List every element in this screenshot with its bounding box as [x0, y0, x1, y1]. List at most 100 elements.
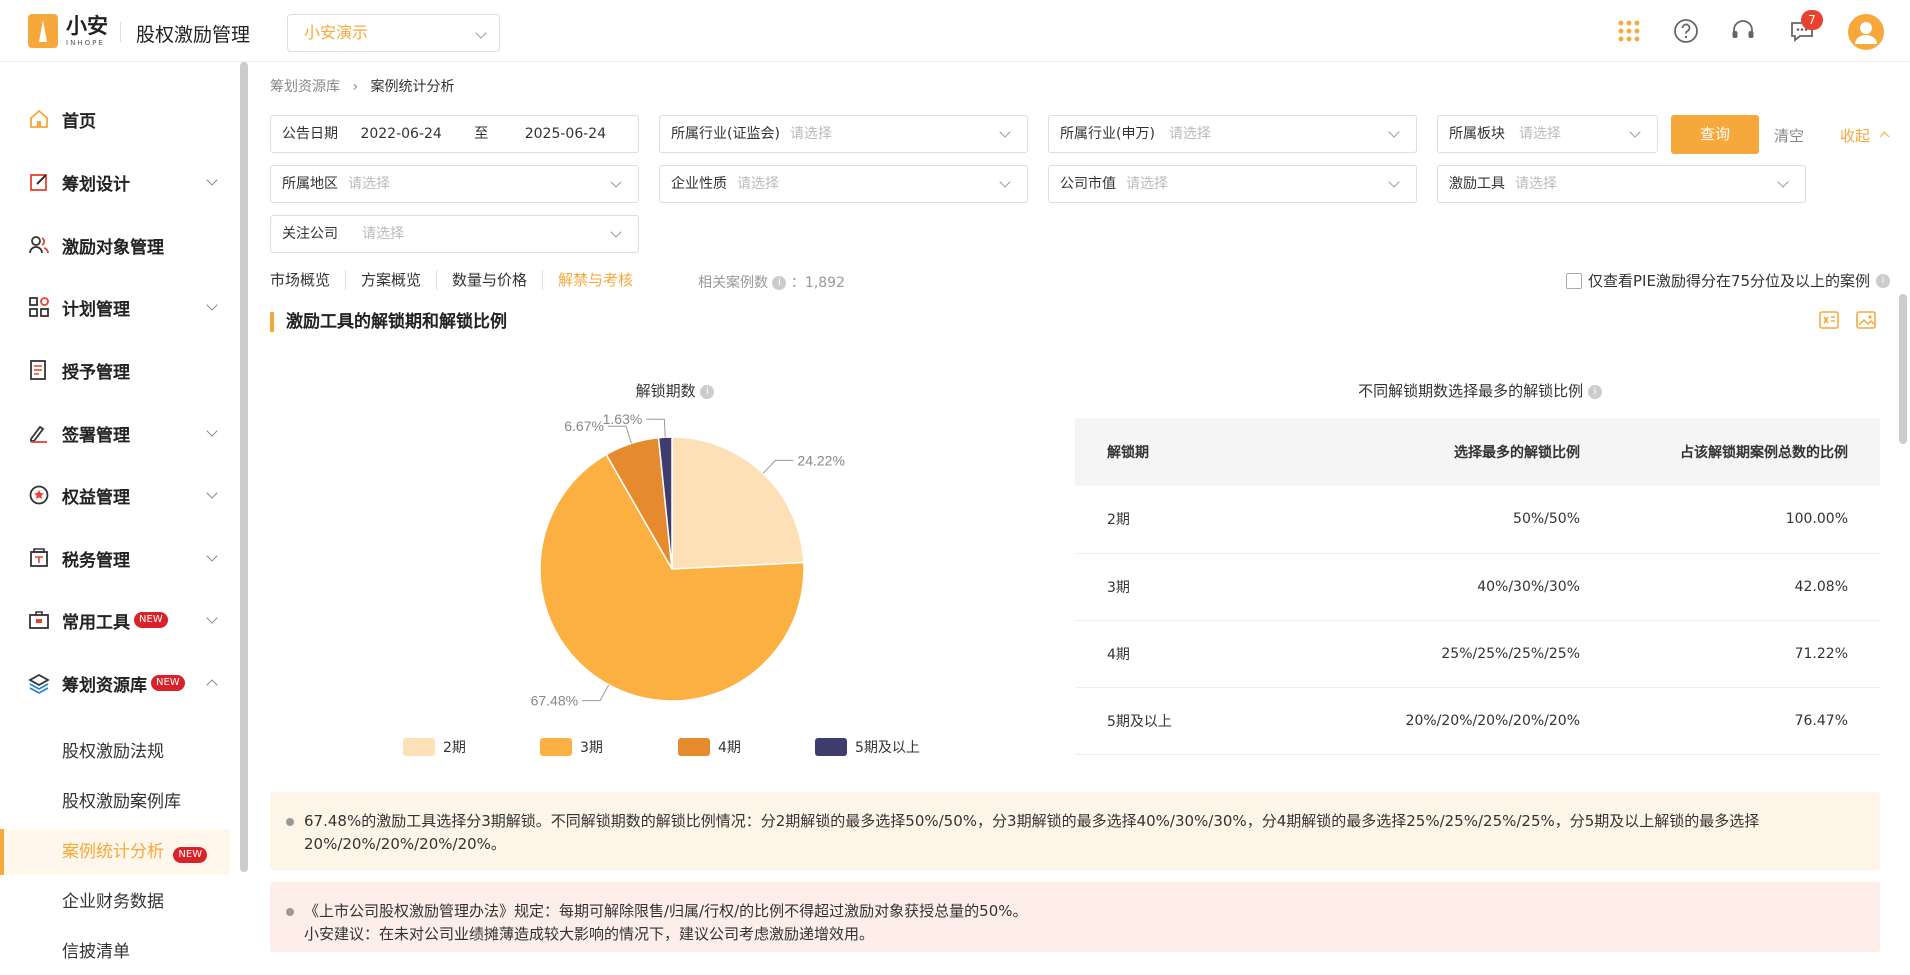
- sidebar-subitem-financial-data[interactable]: 企业财务数据: [0, 879, 230, 925]
- sidebar-item-grant-management[interactable]: 授予管理: [0, 345, 230, 395]
- legend-label: 4期: [718, 740, 741, 756]
- tab-market-overview[interactable]: 市场概览: [270, 270, 347, 290]
- layers-icon: [28, 673, 50, 694]
- sidebar-subitem-disclosure-list[interactable]: 信披清单: [0, 929, 230, 975]
- divider: [120, 22, 121, 42]
- chevron-down-icon: [206, 550, 218, 562]
- legend-swatch: [540, 738, 572, 756]
- section-title: 激励工具的解锁期和解锁比例: [270, 312, 507, 332]
- table-cell: 20%/20%/20%/20%/20%: [1255, 687, 1580, 755]
- sidebar-item-planning-design[interactable]: 筹划设计: [0, 157, 230, 207]
- company-select[interactable]: 小安演示: [287, 14, 500, 52]
- chevron-down-icon: [206, 299, 218, 311]
- sidebar-item-signing-management[interactable]: 签署管理: [0, 408, 230, 458]
- help-icon[interactable]: [1673, 18, 1699, 44]
- table-row: 2期 50%/50% 100.00%: [1075, 486, 1880, 554]
- breadcrumb-current: 案例统计分析: [370, 79, 455, 95]
- incentive-tool-select[interactable]: 激励工具 请选择: [1437, 165, 1806, 203]
- sign-icon: [30, 425, 47, 443]
- table-cell: 76.47%: [1580, 687, 1880, 755]
- table-cell: 3期: [1075, 553, 1255, 621]
- sidebar-item-tax-management[interactable]: 税务管理: [0, 533, 230, 583]
- query-button[interactable]: 查询: [1671, 115, 1759, 154]
- app-title: 股权激励管理: [136, 24, 251, 46]
- export-excel-icon[interactable]: [1818, 308, 1840, 330]
- chevron-down-icon: [1629, 126, 1641, 138]
- user-icon: [1855, 22, 1877, 44]
- board-select[interactable]: 所属板块 请选择: [1437, 115, 1658, 153]
- table-row: 4期 25%/25%/25%/25% 71.22%: [1075, 620, 1880, 688]
- main-scrollbar[interactable]: [1899, 294, 1907, 444]
- chevron-down-icon: [610, 176, 622, 188]
- logo-text: 小安: [66, 13, 108, 38]
- collapse-button[interactable]: 收起: [1840, 125, 1890, 146]
- insight-note: 67.48%的激励工具选择分3期解锁。不同解锁期数的解锁比例情况：分2期解锁的最…: [270, 792, 1880, 870]
- sidebar-scrollbar[interactable]: [240, 62, 248, 872]
- sidebar-item-home[interactable]: 首页: [0, 94, 230, 144]
- industry-csrc-select[interactable]: 所属行业(证监会) 请选择: [659, 115, 1028, 153]
- edit-icon: [30, 174, 47, 191]
- chevron-down-icon: [206, 487, 218, 499]
- legend-item[interactable]: 2期: [403, 737, 466, 757]
- pie-score-filter[interactable]: 仅查看PIE激励得分在75分位及以上的案例 i: [1566, 270, 1891, 291]
- logo-mark-icon: [28, 14, 58, 48]
- enterprise-nature-select[interactable]: 企业性质 请选择: [659, 165, 1028, 203]
- industry-sw-select[interactable]: 所属行业(申万) 请选择: [1048, 115, 1417, 153]
- info-icon[interactable]: i: [700, 384, 715, 399]
- customer-service-icon[interactable]: [1730, 18, 1756, 44]
- table-cell: 5期及以上: [1075, 687, 1255, 755]
- tab-plan-overview[interactable]: 方案概览: [346, 270, 438, 290]
- sidebar-item-equity-management[interactable]: 权益管理: [0, 470, 230, 520]
- table-header: 解锁期: [1075, 418, 1255, 486]
- sidebar-subitem-regulations[interactable]: 股权激励法规: [0, 729, 230, 775]
- chevron-up-icon: [206, 679, 218, 691]
- date-from-input[interactable]: 2022-06-24: [360, 126, 441, 142]
- market-cap-select[interactable]: 公司市值 请选择: [1048, 165, 1417, 203]
- date-label: 公告日期: [282, 126, 338, 142]
- pie-label-line: [582, 684, 610, 702]
- table-header-row: 解锁期 选择最多的解锁比例 占该解锁期案例总数的比例: [1075, 418, 1880, 486]
- new-badge: NEW: [173, 847, 208, 863]
- chevron-down-icon: [206, 425, 218, 437]
- table-cell: 4期: [1075, 620, 1255, 688]
- chevron-down-icon: [610, 226, 622, 238]
- sidebar-item-planning-resources[interactable]: 筹划资源库 NEW: [0, 658, 230, 708]
- legend-item[interactable]: 5期及以上: [815, 737, 920, 757]
- region-select[interactable]: 所属地区 请选择: [270, 165, 639, 203]
- pie-data-label: 6.67%: [564, 418, 604, 434]
- sidebar-item-common-tools[interactable]: 常用工具 NEW: [0, 595, 230, 645]
- export-image-icon[interactable]: [1855, 308, 1877, 330]
- case-count: 相关案例数 i ：1,892: [698, 275, 845, 291]
- pie-slice-1[interactable]: [671, 436, 805, 570]
- pie-label-line: [762, 459, 794, 474]
- table-header: 选择最多的解锁比例: [1255, 418, 1580, 486]
- pie-score-checkbox[interactable]: [1566, 272, 1582, 289]
- tab-quantity-price[interactable]: 数量与价格: [437, 270, 544, 290]
- chevron-down-icon: [1388, 126, 1400, 138]
- sidebar-subitem-case-library[interactable]: 股权激励案例库: [0, 779, 230, 825]
- tax-icon: [30, 548, 48, 567]
- sidebar-item-plan-management[interactable]: 计划管理: [0, 282, 230, 332]
- info-icon[interactable]: i: [772, 276, 787, 290]
- followed-company-select[interactable]: 关注公司 请选择: [270, 215, 639, 253]
- date-to-input[interactable]: 2025-06-24: [525, 126, 606, 142]
- date-range-filter[interactable]: 公告日期 2022-06-24 至 2025-06-24: [270, 115, 639, 153]
- legend-swatch: [403, 738, 435, 756]
- legend-item[interactable]: 4期: [678, 737, 741, 757]
- sidebar-subitem-case-statistics[interactable]: 案例统计分析 NEW: [0, 829, 230, 875]
- logo[interactable]: 小安 INHOPE: [28, 14, 108, 48]
- info-icon[interactable]: i: [1876, 273, 1891, 288]
- legend-label: 5期及以上: [855, 740, 920, 756]
- pie-data-label: 24.22%: [797, 452, 844, 468]
- table-cell: 40%/30%/30%: [1255, 553, 1580, 621]
- chevron-up-icon: [1879, 131, 1890, 142]
- legend-item[interactable]: 3期: [540, 737, 603, 757]
- avatar[interactable]: [1848, 14, 1884, 50]
- breadcrumb-parent[interactable]: 筹划资源库: [270, 79, 340, 95]
- table-cell: 100.00%: [1580, 486, 1880, 554]
- clear-button[interactable]: 清空: [1774, 125, 1804, 146]
- apps-grid-icon[interactable]: [1616, 18, 1642, 44]
- info-icon[interactable]: i: [1587, 384, 1602, 399]
- sidebar-item-incentive-targets[interactable]: 激励对象管理: [0, 220, 230, 270]
- tab-unlock-assessment[interactable]: 解禁与考核: [543, 270, 648, 290]
